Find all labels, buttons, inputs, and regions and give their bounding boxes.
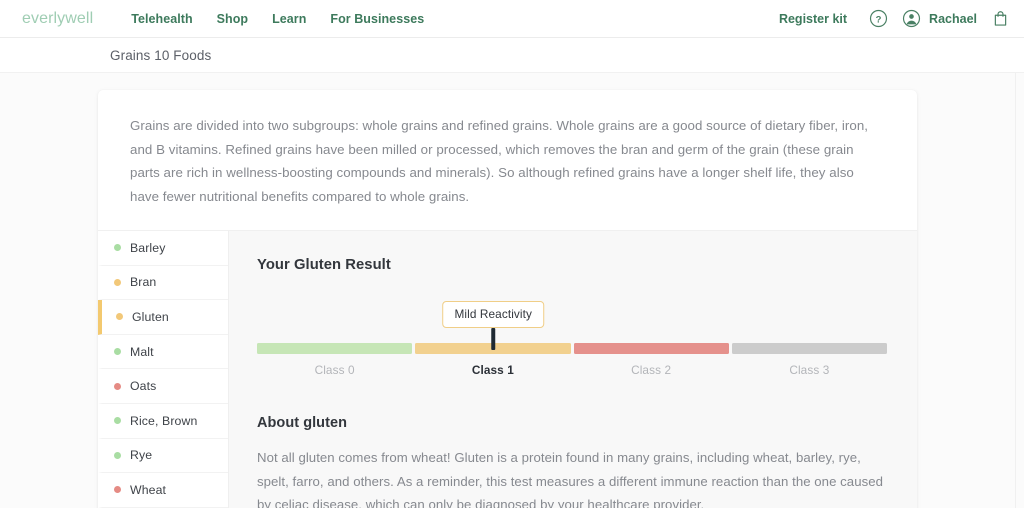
question-circle-icon[interactable]: ? (869, 9, 888, 28)
result-heading: Your Gluten Result (257, 257, 391, 273)
page-scrollbar[interactable] (1015, 73, 1024, 508)
scale-label-class-2: Class 2 (631, 363, 672, 377)
scale-label-class-3: Class 3 (789, 363, 830, 377)
about-heading: About gluten (257, 415, 347, 431)
about-section: About gluten Not all gluten comes from w… (257, 415, 887, 508)
reactivity-dot (114, 348, 121, 356)
food-list: Barley Bran Gluten Malt Oats Rice, Brown… (98, 231, 229, 508)
reactivity-dot (114, 382, 121, 390)
list-item-label: Oats (130, 379, 157, 394)
nav-item-telehealth[interactable]: Telehealth (131, 12, 192, 26)
svg-text:?: ? (876, 14, 882, 25)
about-paragraph: Not all gluten comes from wheat! Gluten … (257, 450, 883, 508)
reactivity-dot (114, 417, 121, 425)
scale-segment-class-3 (731, 343, 887, 354)
user-circle-icon[interactable] (902, 9, 921, 28)
scale-labels: Class 0 Class 1 Class 2 Class 3 (257, 363, 887, 377)
nav-item-shop[interactable]: Shop (217, 12, 248, 26)
list-item-label: Barley (130, 240, 166, 255)
intro-paragraph: Grains are divided into two subgroups: w… (130, 118, 869, 204)
register-kit-link[interactable]: Register kit (779, 12, 847, 26)
account-name-label[interactable]: Rachael (929, 12, 977, 26)
list-item-label: Bran (130, 275, 157, 290)
list-item-rice-brown[interactable]: Rice, Brown (98, 403, 228, 439)
reactivity-dot (114, 244, 121, 252)
scale-label-class-1: Class 1 (471, 363, 514, 377)
scale-marker-row: Mild Reactivity (257, 301, 887, 350)
result-panel: Your Gluten Result Mild Reactivity Class… (229, 231, 917, 508)
main-navigation: Telehealth Shop Learn For Businesses (131, 12, 424, 26)
list-item-malt[interactable]: Malt (98, 334, 228, 370)
breadcrumb: Grains 10 Foods (0, 38, 1024, 73)
list-item-gluten[interactable]: Gluten (98, 300, 228, 335)
reactivity-scale: Mild Reactivity Class 0 Class 1 Class 2 … (257, 301, 887, 377)
list-item-label: Malt (130, 344, 154, 359)
nav-item-learn[interactable]: Learn (272, 12, 306, 26)
reactivity-dot (114, 278, 121, 286)
brand-logo[interactable]: everlywell (22, 10, 93, 28)
site-header: everlywell Telehealth Shop Learn For Bus… (0, 0, 1024, 38)
reactivity-tooltip: Mild Reactivity (442, 301, 545, 328)
list-item-barley[interactable]: Barley (98, 231, 228, 266)
list-item-label: Rye (130, 448, 153, 463)
list-item-label: Wheat (130, 482, 167, 497)
scale-segment-class-2 (573, 343, 729, 354)
reactivity-dot (114, 486, 121, 494)
list-item-label: Gluten (132, 309, 169, 324)
content-card: Grains are divided into two subgroups: w… (98, 90, 917, 508)
list-item-bran[interactable]: Bran (98, 265, 228, 301)
nav-item-for-businesses[interactable]: For Businesses (330, 12, 424, 26)
result-split-layout: Barley Bran Gluten Malt Oats Rice, Brown… (98, 231, 917, 508)
intro-section: Grains are divided into two subgroups: w… (98, 90, 917, 231)
list-item-oats[interactable]: Oats (98, 369, 228, 404)
scale-label-class-0: Class 0 (314, 363, 355, 377)
list-item-wheat[interactable]: Wheat (98, 473, 228, 508)
page-title: Grains 10 Foods (110, 47, 212, 63)
scale-marker-icon (491, 328, 495, 350)
reactivity-dot (114, 451, 121, 459)
header-right-cluster: Register kit ? Rachael (779, 9, 1010, 28)
page-body: Grains are divided into two subgroups: w… (0, 73, 1024, 508)
list-item-label: Rice, Brown (130, 413, 198, 428)
shopping-bag-icon[interactable] (991, 9, 1010, 28)
scale-bar (257, 343, 887, 354)
reactivity-dot (116, 313, 123, 321)
scale-segment-class-0 (257, 343, 413, 354)
list-item-rye[interactable]: Rye (98, 438, 228, 474)
